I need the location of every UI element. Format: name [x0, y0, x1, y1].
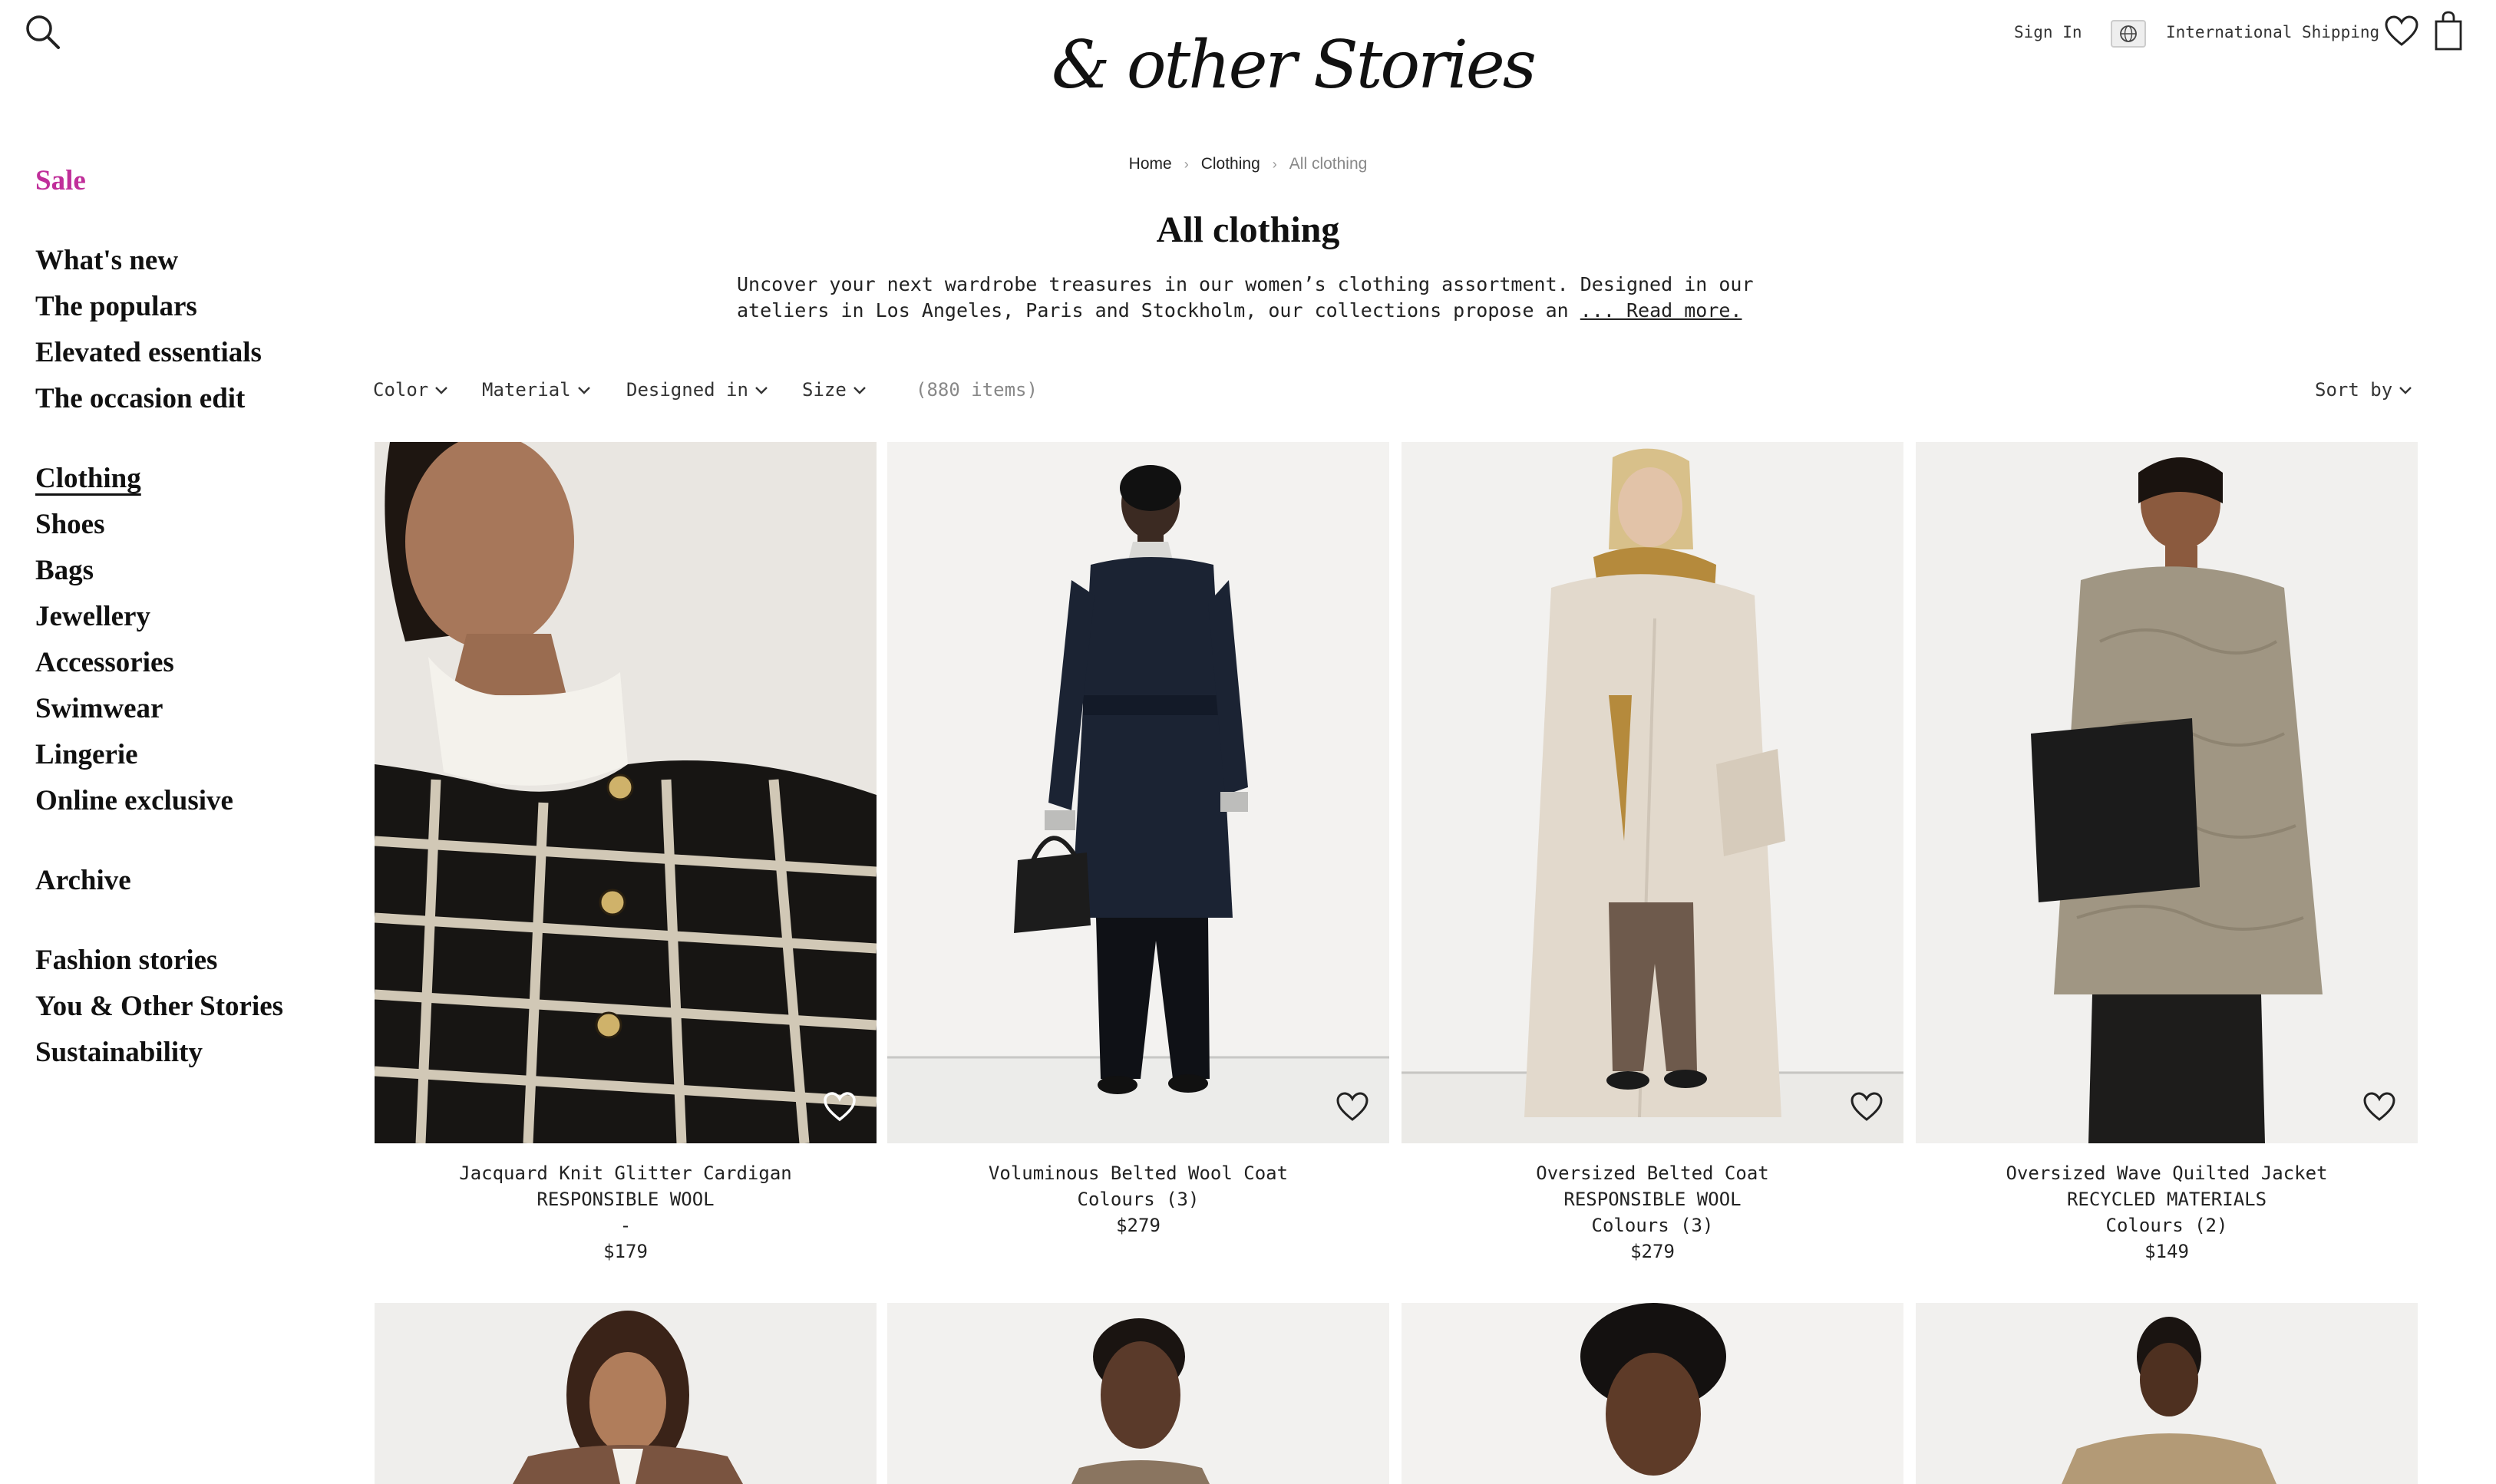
- sidebar-item-fashion-stories[interactable]: Fashion stories: [35, 945, 217, 977]
- sidebar-item-bags[interactable]: Bags: [35, 555, 94, 587]
- product-image[interactable]: [375, 442, 877, 1143]
- product-colours[interactable]: Colours (2): [1916, 1212, 2418, 1238]
- item-count: (880 items): [916, 379, 1038, 401]
- wishlist-heart-icon[interactable]: [1850, 1091, 1884, 1122]
- product-tag: RESPONSIBLE WOOL: [1563, 1189, 1742, 1210]
- globe-icon[interactable]: [2111, 20, 2146, 48]
- product-image[interactable]: [1402, 1303, 1903, 1484]
- sidebar-item-online-exclusive[interactable]: Online exclusive: [35, 785, 233, 817]
- chevron-down-icon: [755, 387, 768, 394]
- filter-label: Size: [802, 379, 847, 401]
- wishlist-heart-icon[interactable]: [823, 1091, 857, 1122]
- breadcrumb-home[interactable]: Home: [1129, 155, 1172, 173]
- product-image[interactable]: [1916, 442, 2418, 1143]
- sidebar-item-accessories[interactable]: Accessories: [35, 647, 174, 679]
- product-price: $179: [603, 1241, 648, 1262]
- breadcrumb-current: All clothing: [1289, 155, 1368, 173]
- chevron-down-icon: [577, 387, 590, 394]
- filter-color[interactable]: Color: [373, 379, 448, 401]
- product-info: Voluminous Belted Wool Coat Colours (3) …: [887, 1160, 1389, 1238]
- wishlist-heart-icon[interactable]: [1335, 1091, 1369, 1122]
- product-info: Oversized Wave Quilted Jacket RECYCLED M…: [1916, 1160, 2418, 1265]
- product-price: $279: [1630, 1241, 1675, 1262]
- sidebar-item-clothing[interactable]: Clothing: [35, 463, 141, 495]
- description-line: Uncover your next wardrobe treasures in …: [737, 273, 1754, 295]
- product-name[interactable]: Voluminous Belted Wool Coat: [887, 1160, 1389, 1186]
- product-image[interactable]: [887, 1303, 1389, 1484]
- chevron-down-icon: [2399, 387, 2412, 394]
- product-image[interactable]: [375, 1303, 877, 1484]
- filter-label: Color: [373, 379, 429, 401]
- description-line: ateliers in Los Angeles, Paris and Stock…: [737, 299, 1569, 322]
- international-shipping-link[interactable]: International Shipping: [2166, 23, 2379, 41]
- product-colours: -: [619, 1215, 632, 1236]
- product-colours[interactable]: Colours (3): [887, 1186, 1389, 1212]
- product-price: $149: [2144, 1241, 2189, 1262]
- read-more-link[interactable]: ... Read more.: [1580, 299, 1742, 322]
- page-title: All clothing: [1156, 209, 1340, 250]
- breadcrumb-clothing[interactable]: Clothing: [1201, 155, 1260, 173]
- product-name[interactable]: Jacquard Knit Glitter Cardigan: [375, 1160, 877, 1186]
- sort-label: Sort by: [2315, 379, 2393, 401]
- shopping-bag-icon[interactable]: [2435, 11, 2462, 51]
- product-image[interactable]: [1402, 442, 1903, 1143]
- sidebar-item-shoes[interactable]: Shoes: [35, 509, 104, 541]
- wishlist-heart-icon[interactable]: [2384, 14, 2419, 49]
- sort-by-dropdown[interactable]: Sort by: [2315, 379, 2412, 401]
- breadcrumb-separator: ›: [1272, 157, 1277, 172]
- product-tag: RECYCLED MATERIALS: [2066, 1189, 2267, 1210]
- filter-label: Material: [482, 379, 571, 401]
- breadcrumb-separator: ›: [1184, 157, 1189, 172]
- sidebar-item-the-populars[interactable]: The populars: [35, 291, 197, 323]
- sidebar-item-you-and-other-stories[interactable]: You & Other Stories: [35, 991, 283, 1023]
- product-tag: RESPONSIBLE WOOL: [537, 1189, 715, 1210]
- product-name[interactable]: Oversized Wave Quilted Jacket: [1916, 1160, 2418, 1186]
- product-info: Jacquard Knit Glitter Cardigan RESPONSIB…: [375, 1160, 877, 1265]
- sidebar-item-sustainability[interactable]: Sustainability: [35, 1037, 203, 1069]
- product-name[interactable]: Oversized Belted Coat: [1402, 1160, 1903, 1186]
- sidebar-item-jewellery[interactable]: Jewellery: [35, 601, 150, 633]
- wishlist-heart-icon[interactable]: [2362, 1091, 2396, 1122]
- breadcrumb: Home › Clothing › All clothing: [0, 155, 2496, 173]
- product-info: Oversized Belted Coat RESPONSIBLE WOOL C…: [1402, 1160, 1903, 1265]
- sidebar-item-elevated-essentials[interactable]: Elevated essentials: [35, 337, 262, 369]
- sidebar-item-swimwear[interactable]: Swimwear: [35, 693, 163, 725]
- product-price: $279: [1116, 1215, 1161, 1236]
- filter-size[interactable]: Size: [802, 379, 867, 401]
- product-colours[interactable]: Colours (3): [1402, 1212, 1903, 1238]
- filter-designed-in[interactable]: Designed in: [626, 379, 768, 401]
- sidebar-item-lingerie[interactable]: Lingerie: [35, 739, 138, 771]
- filter-label: Designed in: [626, 379, 748, 401]
- chevron-down-icon: [435, 387, 448, 394]
- sidebar-item-occasion-edit[interactable]: The occasion edit: [35, 383, 245, 415]
- sidebar-item-archive[interactable]: Archive: [35, 865, 131, 897]
- product-image[interactable]: [1916, 1303, 2418, 1484]
- filter-material[interactable]: Material: [482, 379, 591, 401]
- chevron-down-icon: [853, 387, 866, 394]
- product-image[interactable]: [887, 442, 1389, 1143]
- search-icon[interactable]: [23, 12, 63, 52]
- category-description: Uncover your next wardrobe treasures in …: [737, 272, 1758, 324]
- sign-in-link[interactable]: Sign In: [2014, 23, 2082, 41]
- brand-logo[interactable]: & other Stories: [1052, 23, 1537, 107]
